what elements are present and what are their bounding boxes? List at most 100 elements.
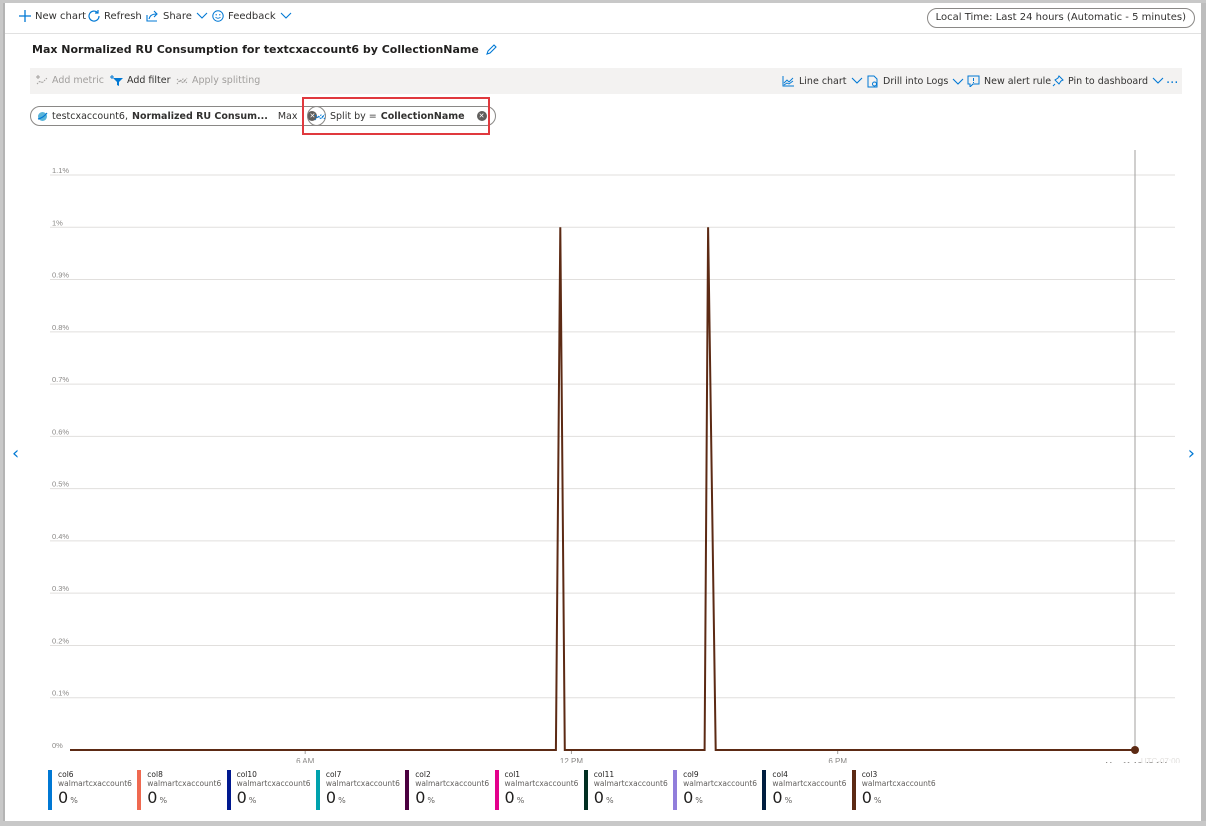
legend-item-col2[interactable]: col2 walmartcxaccount6 0% [405, 770, 489, 810]
refresh-icon [88, 10, 100, 22]
y-tick-label: 0.5% [52, 480, 69, 489]
chart-command-bar: Add metric Add filter Apply splitting Li… [30, 68, 1182, 94]
add-metric-button[interactable]: Add metric [36, 75, 104, 86]
plus-icon [19, 10, 31, 22]
line-chart[interactable]: 0% 0.1% 0.2% 0.3% 0.4% 0.5% 0.6% 0.7% 0.8% 0.9% 1%… [5, 143, 1201, 770]
legend-series-value: 0% [236, 788, 257, 807]
y-tick-label: 1% [52, 218, 63, 227]
edit-pencil-icon[interactable] [485, 43, 497, 56]
legend-item-col8[interactable]: col8 walmartcxaccount6 0% [137, 770, 221, 810]
chevron-down-icon [952, 78, 964, 85]
x-tick-label: 6 AM [296, 757, 315, 763]
chevron-down-icon [280, 12, 292, 19]
y-tick-label: 0.8% [52, 323, 69, 332]
split-value: CollectionName [380, 110, 465, 122]
split-pill[interactable]: Split by = CollectionName ✕ [307, 106, 496, 126]
legend-series-name: col10 [236, 770, 257, 779]
legend-series-resource: walmartcxaccount6 [861, 779, 936, 788]
splitting-icon [314, 113, 326, 120]
more-options-button[interactable]: ... [1166, 72, 1178, 87]
alert-icon [967, 75, 980, 87]
metric-name: Normalized RU Consum... [132, 110, 268, 122]
share-button[interactable]: Share [146, 10, 208, 22]
legend-series-value: 0% [683, 788, 703, 807]
y-tick-label: 0.9% [52, 271, 69, 280]
legend-item-col6[interactable]: col6 walmartcxaccount6 0% [48, 770, 132, 810]
new-chart-button[interactable]: New chart [19, 10, 86, 22]
top-toolbar: New chart Refresh Share Feedback Local T… [5, 3, 1201, 34]
chevron-right-icon[interactable]: › [1188, 443, 1195, 464]
refresh-label: Refresh [104, 10, 142, 22]
x-end-label: May 11 12:42 AM [1105, 761, 1167, 763]
drill-into-logs-label: Drill into Logs [883, 76, 949, 87]
metric-resource: testcxaccount6, [52, 110, 128, 122]
line-chart-icon [782, 76, 794, 87]
legend-item-col1[interactable]: col1 walmartcxaccount6 0% [494, 770, 579, 810]
legend-series-resource: walmartcxaccount6 [683, 779, 758, 788]
add-metric-label: Add metric [52, 75, 105, 86]
legend-series-name: col11 [593, 770, 615, 779]
legend-series-value: 0% [147, 788, 168, 807]
share-label: Share [163, 10, 192, 22]
legend-series-value: 0% [504, 788, 525, 807]
drill-into-logs-button[interactable]: Drill into Logs [867, 75, 964, 88]
chevron-down-icon [1152, 77, 1164, 84]
legend-series-resource: walmartcxaccount6 [504, 779, 579, 788]
x-tick-label: 12 PM [560, 757, 583, 763]
line-chart-label: Line chart [799, 75, 847, 87]
legend-series-resource: walmartcxaccount6 [772, 779, 847, 788]
legend-series-name: col2 [415, 770, 431, 779]
legend-item-col4[interactable]: col4 walmartcxaccount6 0% [762, 770, 846, 810]
add-filter-label: Add filter [127, 75, 171, 86]
new-chart-label: New chart [35, 10, 86, 22]
pin-to-dashboard-label: Pin to dashboard [1068, 75, 1149, 87]
legend-series-resource: walmartcxaccount6 [415, 779, 490, 788]
filter-icon [110, 75, 123, 86]
y-tick-label: 0.7% [52, 375, 69, 384]
y-tick-label: 0.2% [52, 636, 69, 645]
pin-icon [1052, 75, 1064, 87]
split-prefix: Split by = [330, 110, 377, 122]
chart-title-text: Max Normalized RU Consumption for textcx… [32, 43, 479, 56]
y-tick-label: 1.1% [52, 166, 69, 175]
metrics-explorer: New chart Refresh Share Feedback Local T… [3, 3, 1206, 821]
pin-to-dashboard-button[interactable]: Pin to dashboard [1052, 75, 1164, 87]
cosmos-db-icon [37, 111, 48, 121]
legend-series-resource: walmartcxaccount6 [58, 779, 132, 788]
refresh-button[interactable]: Refresh [88, 10, 142, 22]
legend-item-col10[interactable]: col10 walmartcxaccount6 0% [226, 770, 311, 810]
y-tick-label: 0% [52, 741, 63, 750]
chevron-down-icon [196, 12, 208, 19]
metric-pill[interactable]: testcxaccount6, Normalized RU Consum... … [30, 106, 327, 126]
remove-split-icon[interactable]: ✕ [476, 111, 487, 121]
legend-series-resource: walmartcxaccount6 [147, 779, 222, 788]
legend-item-col9[interactable]: col9 walmartcxaccount6 0% [673, 770, 757, 810]
add-filter-button[interactable]: Add filter [110, 75, 171, 86]
chevron-left-icon[interactable]: ‹ [12, 443, 19, 464]
feedback-button[interactable]: Feedback [212, 10, 292, 22]
legend-series-value: 0% [772, 788, 793, 807]
legend-series-value: 0% [861, 788, 882, 807]
legend-series-name: col9 [683, 770, 699, 779]
chart-area: ‹ › 0% 0.1% 0.2% 0.3% 0.4% 0.5% 0.6% 0.7% 0.8% 0.… [5, 143, 1201, 770]
y-tick-label: 0.1% [52, 689, 69, 698]
apply-splitting-button[interactable]: Apply splitting [176, 75, 260, 86]
legend-item-col11[interactable]: col11 walmartcxaccount6 0% [583, 770, 668, 810]
legend-item-col7[interactable]: col7 walmartcxaccount6 0% [315, 770, 400, 810]
chevron-down-icon [851, 77, 862, 84]
legend-series-value: 0% [415, 788, 435, 807]
legend-series-value: 0% [593, 788, 614, 807]
legend-series-name: col3 [861, 770, 878, 779]
chart-type-button[interactable]: Line chart [782, 75, 863, 87]
legend-series-resource: walmartcxaccount6 [593, 779, 668, 788]
time-range-picker[interactable]: Local Time: Last 24 hours (Automatic - 5… [926, 8, 1195, 28]
y-tick-label: 0.4% [52, 532, 69, 541]
legend-series-name: col8 [147, 770, 163, 779]
y-tick-label: 0.6% [52, 427, 69, 436]
legend-item-col3[interactable]: col3 walmartcxaccount6 0% [851, 770, 936, 810]
smiley-icon [212, 10, 224, 22]
legend-series-name: col4 [772, 770, 788, 779]
new-alert-rule-button[interactable]: New alert rule [967, 75, 1051, 87]
share-icon [146, 10, 158, 22]
logs-icon [867, 75, 878, 88]
